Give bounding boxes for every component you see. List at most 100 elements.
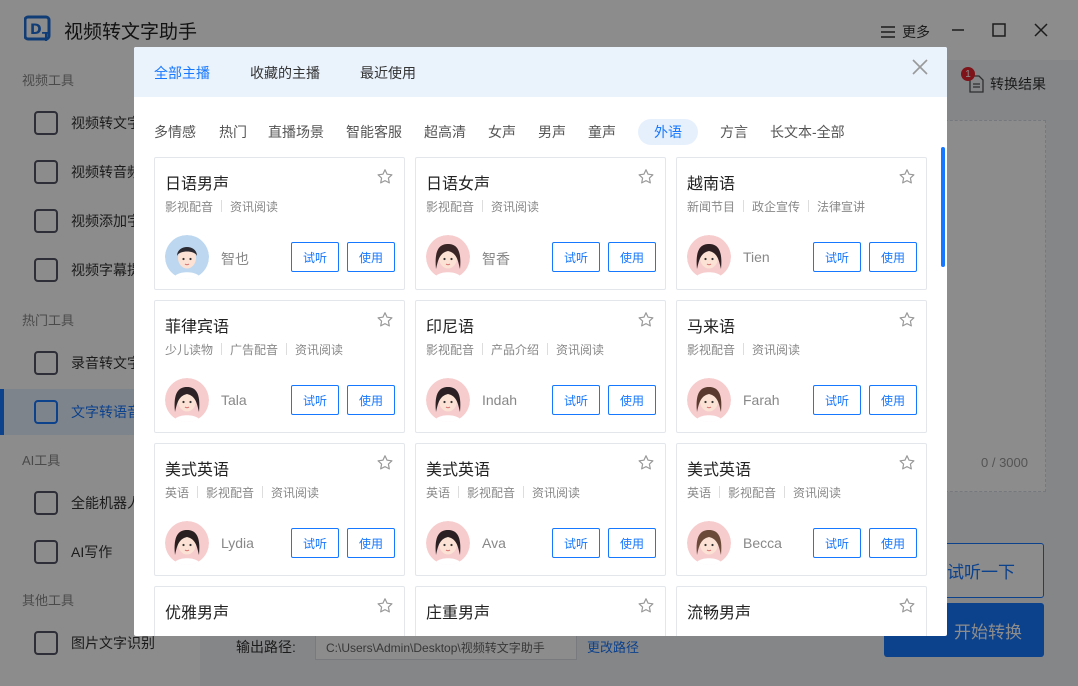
star-icon[interactable] (898, 597, 916, 615)
voice-card[interactable]: 越南语 新闻节目 政企宣传 法律宣讲 Tien 试听 使用 (676, 157, 927, 290)
voice-title: 菲律宾语 (165, 319, 230, 336)
try-listen-button[interactable]: 试听 (552, 385, 600, 415)
star-icon[interactable] (637, 168, 655, 186)
use-voice-button[interactable]: 使用 (347, 385, 395, 415)
tab-favorite-anchors[interactable]: 收藏的主播 (250, 63, 320, 83)
filter-live[interactable]: 直播场景 (268, 119, 324, 145)
try-listen-button[interactable]: 试听 (813, 242, 861, 272)
voice-title: 日语男声 (165, 176, 230, 193)
filter-male[interactable]: 男声 (538, 119, 566, 145)
tag-divider (221, 200, 223, 212)
tag-divider (547, 343, 549, 355)
star-icon[interactable] (637, 597, 655, 615)
voice-tag: 影视配音 (165, 200, 214, 214)
voice-tag: 资讯阅读 (271, 486, 320, 500)
filter-multi-emotion[interactable]: 多情感 (154, 119, 196, 145)
star-icon[interactable] (898, 168, 916, 186)
anchor-name: Lydia (221, 535, 254, 551)
use-voice-button[interactable]: 使用 (608, 528, 656, 558)
star-icon[interactable] (898, 311, 916, 329)
use-voice-button[interactable]: 使用 (608, 242, 656, 272)
avatar (165, 378, 209, 422)
voice-tag: 资讯阅读 (556, 343, 605, 357)
scrollbar-thumb[interactable] (941, 147, 945, 267)
star-icon[interactable] (376, 311, 394, 329)
voice-title: 庄重男声 (426, 605, 491, 622)
try-listen-button[interactable]: 试听 (291, 385, 339, 415)
anchor-name: Tala (221, 392, 247, 408)
tag-divider (784, 486, 786, 498)
anchor-name: Ava (482, 535, 506, 551)
star-icon[interactable] (637, 311, 655, 329)
tag-divider (458, 486, 460, 498)
use-voice-button[interactable]: 使用 (869, 385, 917, 415)
voice-card[interactable]: 优雅男声 试听 使用 (154, 586, 405, 636)
voice-card[interactable]: 美式英语 英语 影视配音 资讯阅读 Becca 试听 使用 (676, 443, 927, 576)
filter-hot[interactable]: 热门 (219, 119, 247, 145)
star-icon[interactable] (637, 454, 655, 472)
voice-card[interactable]: 美式英语 英语 影视配音 资讯阅读 Lydia 试听 使用 (154, 443, 405, 576)
filter-ultra-hd[interactable]: 超高清 (424, 119, 466, 145)
filter-dialect[interactable]: 方言 (720, 119, 748, 145)
avatar (426, 378, 470, 422)
filter-long-text-all[interactable]: 长文本-全部 (770, 119, 845, 145)
voice-tag: 资讯阅读 (793, 486, 842, 500)
try-listen-button[interactable]: 试听 (291, 528, 339, 558)
voice-card-grid: 日语男声 影视配音 资讯阅读 智也 试听 使用 日语女声 影视配音 资讯阅读 智… (154, 157, 927, 636)
avatar (687, 235, 731, 279)
voice-card[interactable]: 马来语 影视配音 资讯阅读 Farah 试听 使用 (676, 300, 927, 433)
voice-tags: 影视配音 产品介绍 资讯阅读 (426, 341, 604, 358)
voice-tag: 影视配音 (687, 343, 736, 357)
tag-divider (743, 343, 745, 355)
filter-female[interactable]: 女声 (488, 119, 516, 145)
voice-title: 日语女声 (426, 176, 491, 193)
star-icon[interactable] (898, 454, 916, 472)
voice-tag: 新闻节目 (687, 200, 736, 214)
tab-recent[interactable]: 最近使用 (360, 63, 416, 83)
filter-foreign[interactable]: 外语 (638, 119, 698, 145)
try-listen-button[interactable]: 试听 (813, 528, 861, 558)
voice-title: 美式英语 (687, 462, 752, 479)
star-icon[interactable] (376, 597, 394, 615)
try-listen-button[interactable]: 试听 (291, 242, 339, 272)
filter-child[interactable]: 童声 (588, 119, 616, 145)
voice-tags: 英语 影视配音 资讯阅读 (687, 484, 841, 501)
voice-card[interactable]: 日语女声 影视配音 资讯阅读 智香 试听 使用 (415, 157, 666, 290)
voice-tag: 影视配音 (728, 486, 777, 500)
voice-tag: 资讯阅读 (752, 343, 801, 357)
avatar (687, 378, 731, 422)
star-icon[interactable] (376, 454, 394, 472)
voice-card[interactable]: 日语男声 影视配音 资讯阅读 智也 试听 使用 (154, 157, 405, 290)
use-voice-button[interactable]: 使用 (608, 385, 656, 415)
use-voice-button[interactable]: 使用 (869, 242, 917, 272)
tab-all-anchors[interactable]: 全部主播 (154, 63, 210, 83)
try-listen-button[interactable]: 试听 (813, 385, 861, 415)
tag-divider (262, 486, 264, 498)
use-voice-button[interactable]: 使用 (869, 528, 917, 558)
voice-anchor-dialog: 全部主播 收藏的主播 最近使用 多情感 热门 直播场景 智能客服 超高清 女声 … (134, 47, 947, 636)
anchor-name: Indah (482, 392, 518, 408)
avatar (165, 235, 209, 279)
voice-title: 美式英语 (165, 462, 230, 479)
tag-divider (482, 343, 484, 355)
try-listen-button[interactable]: 试听 (552, 242, 600, 272)
star-icon[interactable] (376, 168, 394, 186)
voice-title: 马来语 (687, 319, 736, 336)
voice-card[interactable]: 印尼语 影视配音 产品介绍 资讯阅读 Indah 试听 使用 (415, 300, 666, 433)
voice-card[interactable]: 庄重男声 试听 使用 (415, 586, 666, 636)
voice-title: 美式英语 (426, 462, 491, 479)
voice-tags: 影视配音 资讯阅读 (165, 198, 278, 215)
close-icon[interactable] (909, 58, 931, 80)
voice-card[interactable]: 菲律宾语 少儿读物 广告配音 资讯阅读 Tala 试听 使用 (154, 300, 405, 433)
use-voice-button[interactable]: 使用 (347, 242, 395, 272)
voice-tag: 产品介绍 (491, 343, 540, 357)
anchor-name: Becca (743, 535, 782, 551)
filter-customer-service[interactable]: 智能客服 (346, 119, 402, 145)
voice-tags: 影视配音 资讯阅读 (687, 341, 800, 358)
voice-card[interactable]: 美式英语 英语 影视配音 资讯阅读 Ava 试听 使用 (415, 443, 666, 576)
try-listen-button[interactable]: 试听 (552, 528, 600, 558)
use-voice-button[interactable]: 使用 (347, 528, 395, 558)
voice-tag: 政企宣传 (752, 200, 801, 214)
voice-tag: 英语 (165, 486, 190, 500)
voice-card[interactable]: 流畅男声 试听 使用 (676, 586, 927, 636)
